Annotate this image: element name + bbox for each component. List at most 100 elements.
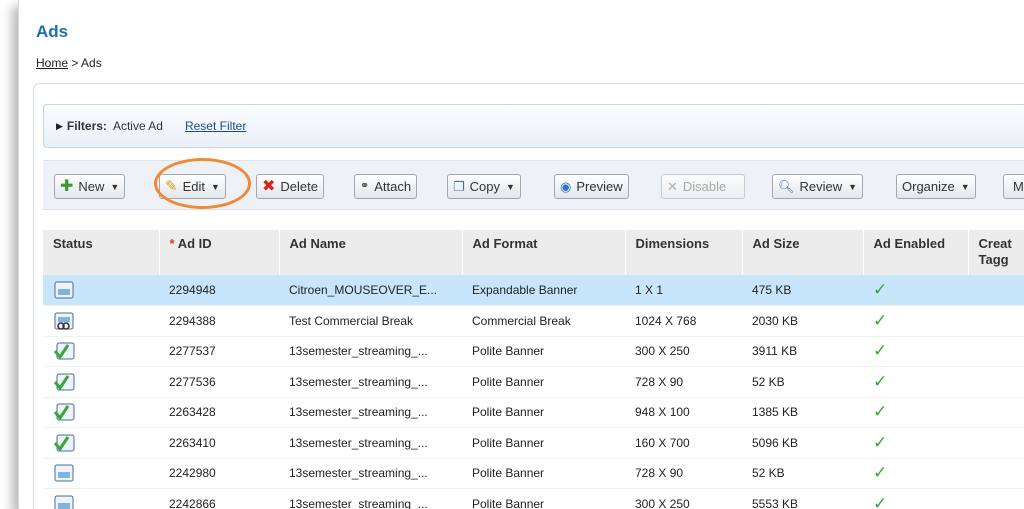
- banner-approved-icon: [53, 373, 75, 391]
- ad-enabled-cell: ✓: [863, 336, 968, 367]
- status-cell: [43, 275, 159, 306]
- filter-bar[interactable]: ▶ Filters: Active Ad Reset Filter: [43, 104, 1024, 148]
- banner-icon: [54, 464, 74, 482]
- preview-button[interactable]: ◉ Preview: [554, 174, 629, 199]
- dimensions-cell: 728 X 90: [625, 458, 742, 489]
- ad-id-cell: 2277536: [159, 366, 279, 398]
- reset-filter-link[interactable]: Reset Filter: [185, 119, 246, 133]
- status-cell: [43, 458, 159, 489]
- ad-format-cell: Commercial Break: [462, 305, 625, 337]
- column-header-dimensions[interactable]: Dimensions: [625, 230, 743, 275]
- ad-id-cell: 2277537: [159, 336, 279, 367]
- ad-enabled-cell: ✓: [863, 427, 968, 459]
- checkmark-icon: ✓: [873, 371, 888, 391]
- dimensions-cell: 1 X 1: [625, 275, 742, 306]
- page-title: Ads: [36, 22, 69, 41]
- plus-icon: ✚: [60, 177, 74, 195]
- ad-format-cell: Polite Banner: [462, 397, 625, 428]
- dimensions-cell: 160 X 700: [625, 427, 742, 459]
- table-row[interactable]: 2277536 13semester_streaming_... Polite …: [43, 366, 1024, 398]
- ad-name-cell[interactable]: 13semester_streaming_...: [279, 488, 462, 509]
- created-cell: [968, 397, 1024, 428]
- ad-name-cell[interactable]: 13semester_streaming_...: [279, 397, 462, 428]
- created-cell: [968, 366, 1024, 398]
- chevron-down-icon: ▼: [110, 181, 120, 192]
- checkmark-icon: ✓: [873, 280, 888, 299]
- checkmark-icon: ✓: [873, 493, 888, 509]
- edit-highlight-ring: [154, 158, 251, 209]
- ad-enabled-cell: ✓: [863, 366, 968, 398]
- table-row[interactable]: 2263410 13semester_streaming_... Polite …: [43, 427, 1024, 459]
- ad-id-cell: 2294388: [159, 305, 279, 337]
- ad-size-cell: 475 KB: [742, 275, 863, 306]
- column-header-ad-size[interactable]: Ad Size: [742, 230, 864, 275]
- banner-icon: [54, 495, 74, 509]
- ad-name-cell[interactable]: Test Commercial Break: [279, 305, 462, 337]
- dimensions-cell: 300 X 250: [625, 336, 742, 367]
- table-row[interactable]: 2263428 13semester_streaming_... Polite …: [43, 397, 1024, 428]
- ad-size-cell: 2030 KB: [742, 305, 863, 337]
- required-asterisk: *: [169, 236, 175, 251]
- dimensions-cell: 948 X 100: [625, 397, 742, 428]
- breadcrumb-home-link[interactable]: Home: [36, 56, 68, 70]
- table-row[interactable]: 2294388 Test Commercial Break Commercial…: [43, 305, 1024, 337]
- table-row[interactable]: 2277537 13semester_streaming_... Polite …: [43, 336, 1024, 367]
- ad-format-cell: Polite Banner: [462, 488, 625, 509]
- table-row[interactable]: 2242866 13semester_streaming_... Polite …: [43, 488, 1024, 509]
- delete-button[interactable]: ✖ Delete: [256, 174, 324, 199]
- ad-name-cell[interactable]: 13semester_streaming_...: [279, 427, 462, 459]
- ad-format-cell: Expandable Banner: [462, 275, 625, 306]
- ad-id-cell: 2263428: [159, 397, 279, 428]
- more-button[interactable]: M: [1003, 174, 1024, 199]
- status-cell: [43, 336, 159, 367]
- ad-size-cell: 5096 KB: [742, 427, 863, 459]
- chevron-down-icon: ▼: [848, 181, 858, 192]
- copy-button[interactable]: ❐ Copy ▼: [447, 174, 521, 199]
- table-row[interactable]: 2294948 Citroen_MOUSEOVER_E... Expandabl…: [43, 275, 1024, 306]
- ad-id-cell: 2294948: [159, 275, 279, 306]
- status-cell: [43, 397, 159, 428]
- created-header-line1: Creat: [978, 236, 1012, 251]
- ad-name-cell[interactable]: 13semester_streaming_...: [279, 336, 462, 367]
- chevron-down-icon: ▼: [960, 181, 970, 192]
- filters-value: Active Ad: [112, 119, 163, 133]
- attach-button[interactable]: ⚭ Attach: [354, 174, 418, 199]
- more-button-label: M: [1013, 179, 1024, 194]
- preview-button-label: Preview: [576, 179, 623, 194]
- column-header-ad-format[interactable]: Ad Format: [462, 230, 626, 275]
- status-cell: [43, 305, 159, 337]
- ad-id-cell: 2242866: [159, 488, 279, 509]
- table-row[interactable]: 2242980 13semester_streaming_... Polite …: [43, 458, 1024, 489]
- organize-button[interactable]: Organize ▼: [896, 174, 976, 199]
- ad-format-cell: Polite Banner: [462, 458, 625, 489]
- app-window: Ads Home > Ads ▶ Filters: Active Ad Rese…: [18, 0, 1024, 509]
- disable-x-icon: ✕: [667, 179, 678, 194]
- expand-triangle-icon[interactable]: ▶: [56, 121, 63, 132]
- created-header-line2: Tagg: [978, 252, 1009, 267]
- ad-enabled-cell: ✓: [863, 458, 968, 489]
- column-header-created[interactable]: Creat Tagg: [968, 230, 1024, 275]
- ad-size-cell: 5553 KB: [742, 488, 863, 509]
- disable-button[interactable]: ✕ Disable: [661, 174, 745, 199]
- table-header-row: Status * Ad ID Ad Name Ad Format Dimensi…: [43, 230, 1024, 275]
- dimensions-cell: 300 X 250: [625, 488, 742, 509]
- chevron-down-icon: ▼: [506, 181, 515, 192]
- banner-approved-icon: [53, 434, 75, 452]
- ad-name-cell[interactable]: 13semester_streaming_...: [279, 458, 462, 489]
- ad-name-cell[interactable]: Citroen_MOUSEOVER_E...: [279, 275, 462, 306]
- created-cell: [968, 305, 1024, 337]
- created-cell: [968, 427, 1024, 459]
- created-cell: [968, 488, 1024, 509]
- column-header-ad-name[interactable]: Ad Name: [279, 230, 463, 275]
- column-header-ad-enabled[interactable]: Ad Enabled: [863, 230, 969, 275]
- ad-size-cell: 1385 KB: [742, 397, 863, 428]
- review-button[interactable]: 🔍︎ Review ▼: [772, 174, 864, 199]
- column-header-ad-id[interactable]: * Ad ID: [159, 230, 280, 275]
- eye-icon: ◉: [560, 179, 572, 194]
- new-button[interactable]: ✚ New ▼: [54, 174, 126, 199]
- dimensions-cell: 728 X 90: [625, 366, 742, 398]
- ad-name-cell[interactable]: 13semester_streaming_...: [279, 366, 462, 398]
- column-header-status[interactable]: Status: [43, 230, 160, 275]
- banner-attached-icon: [54, 312, 74, 330]
- ad-id-cell: 2263410: [159, 427, 279, 459]
